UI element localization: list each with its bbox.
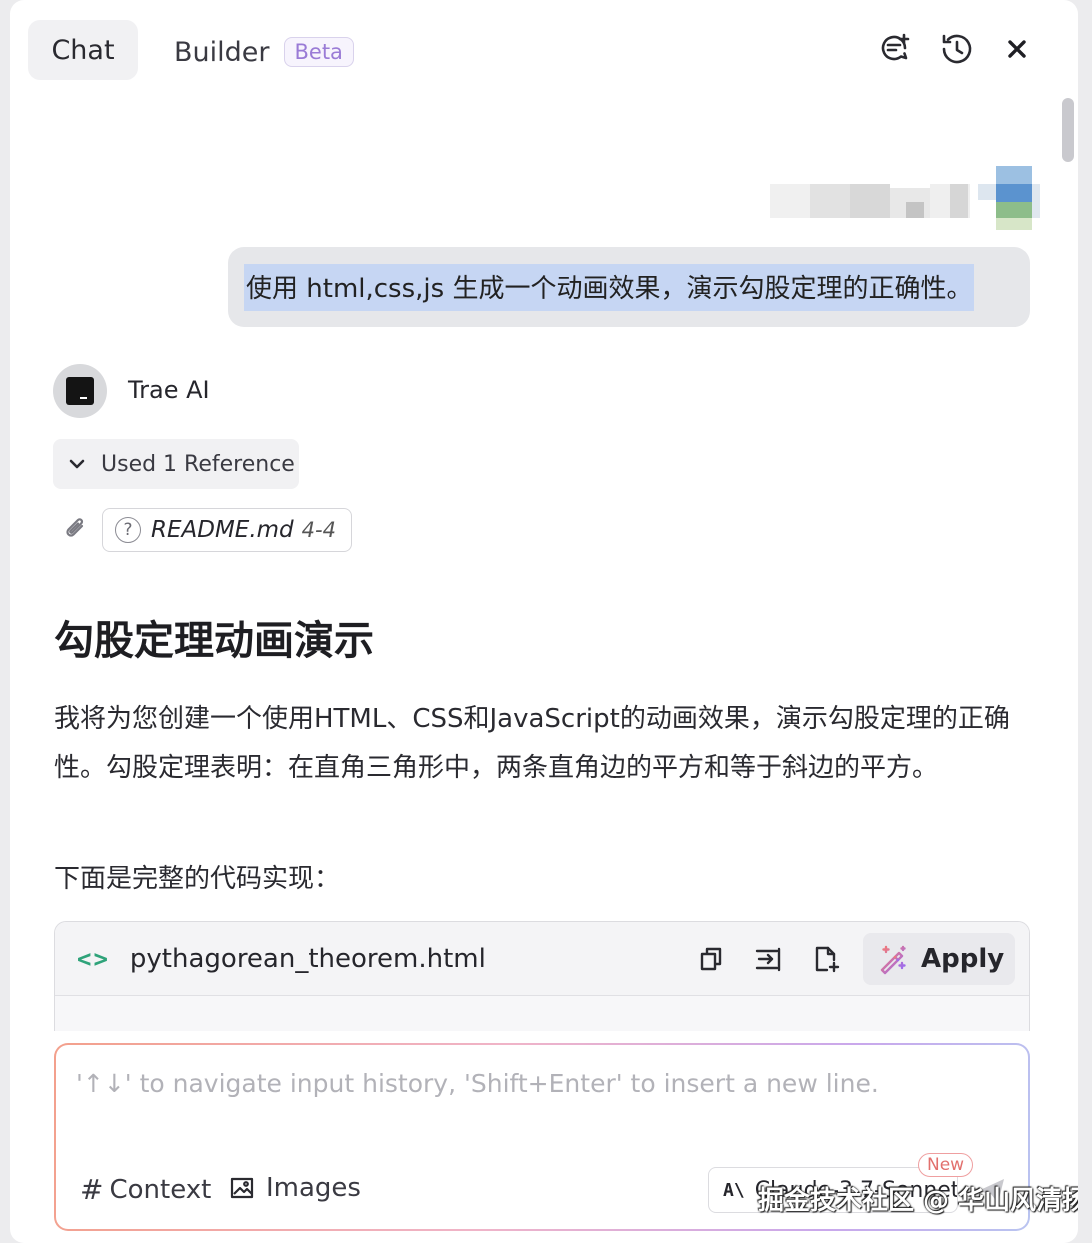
response-paragraph: 我将为您创建一个使用HTML、CSS和JavaScript的动画效果，演示勾股定… xyxy=(54,704,1010,783)
tab-chat-label: Chat xyxy=(51,34,115,66)
reference-toggle-label: Used 1 Reference xyxy=(101,451,295,477)
images-button-label: Images xyxy=(266,1173,361,1203)
images-button[interactable]: Images xyxy=(230,1173,361,1203)
context-button-label: Context xyxy=(109,1174,212,1205)
reference-file-chip[interactable]: ? README.md 4-4 xyxy=(102,508,352,552)
copy-icon[interactable] xyxy=(695,942,729,976)
chat-panel: Chat Builder Beta 使用 html,css,js 生成一个动画效… xyxy=(10,0,1078,1243)
user-message-bubble: 使用 html,css,js 生成一个动画效果，演示勾股定理的正确性。 xyxy=(228,247,1030,327)
insert-at-cursor-icon[interactable] xyxy=(751,942,785,976)
chevron-down-icon xyxy=(69,459,85,469)
scrollbar-thumb[interactable] xyxy=(1062,98,1074,162)
reference-toggle[interactable]: Used 1 Reference xyxy=(53,439,299,489)
chat-input-placeholder[interactable]: '↑↓' to navigate input history, 'Shift+E… xyxy=(76,1069,879,1098)
new-badge: New xyxy=(918,1153,974,1177)
assistant-name: Trae AI xyxy=(128,376,210,404)
response-code-intro: 下面是完整的代码实现： xyxy=(54,864,341,894)
magic-wand-icon xyxy=(880,945,906,975)
anthropic-logo-icon: A\ xyxy=(723,1179,745,1201)
user-avatar xyxy=(768,166,1040,232)
apply-button-label: Apply xyxy=(921,944,1005,974)
context-button[interactable]: # Context xyxy=(80,1173,211,1206)
new-file-icon[interactable] xyxy=(809,942,843,976)
apply-button[interactable]: Apply xyxy=(863,933,1015,985)
image-icon xyxy=(230,1177,254,1199)
hash-icon: # xyxy=(80,1173,104,1206)
watermark: 掘金技术社区 @ 华山风清扬 xyxy=(758,1186,1078,1216)
code-icon: <> xyxy=(77,944,110,973)
file-unknown-icon: ? xyxy=(115,517,141,543)
code-block-header: <> pythagorean_theorem.html Apply xyxy=(55,922,1029,996)
new-chat-icon[interactable] xyxy=(876,30,914,68)
code-block: <> pythagorean_theorem.html Apply xyxy=(54,921,1030,1031)
beta-badge: Beta xyxy=(283,37,354,67)
tab-builder-label: Builder xyxy=(174,36,270,68)
close-icon[interactable] xyxy=(998,30,1036,68)
reference-file-name: README.md xyxy=(151,517,294,543)
trae-logo-icon xyxy=(66,377,94,405)
tab-chat[interactable]: Chat xyxy=(28,20,138,80)
code-filename: pythagorean_theorem.html xyxy=(129,943,486,974)
tab-builder[interactable]: Builder Beta xyxy=(174,32,354,72)
reference-line-range: 4-4 xyxy=(301,518,336,542)
response-title: 勾股定理动画演示 xyxy=(54,618,374,664)
paperclip-icon xyxy=(66,518,84,537)
assistant-avatar xyxy=(53,364,107,418)
user-message-text: 使用 html,css,js 生成一个动画效果，演示勾股定理的正确性。 xyxy=(244,263,975,311)
history-icon[interactable] xyxy=(938,30,976,68)
